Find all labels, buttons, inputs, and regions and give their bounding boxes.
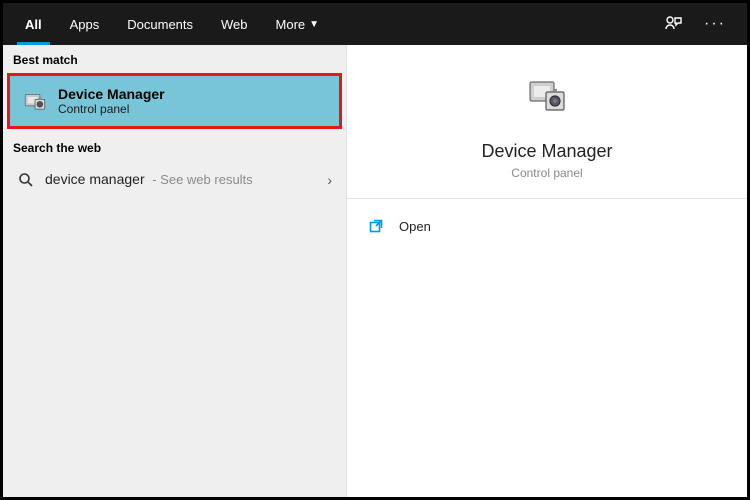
preview-actions: Open	[347, 199, 747, 253]
preview-subtitle: Control panel	[511, 166, 582, 180]
main-content: Best match Device Manager Control panel …	[3, 45, 747, 497]
search-web-label: Search the web	[3, 133, 346, 161]
topbar-right: ···	[661, 3, 739, 45]
preview-header: Device Manager Control panel	[347, 45, 747, 199]
tab-apps[interactable]: Apps	[56, 3, 114, 45]
tab-all[interactable]: All	[11, 3, 56, 45]
tab-more[interactable]: More ▼	[262, 3, 334, 45]
chevron-down-icon: ▼	[309, 19, 319, 30]
tab-documents[interactable]: Documents	[113, 3, 207, 45]
more-options-icon[interactable]: ···	[703, 12, 727, 36]
best-match-subtitle: Control panel	[58, 102, 165, 116]
tab-web[interactable]: Web	[207, 3, 262, 45]
best-match-label: Best match	[3, 45, 346, 73]
device-manager-icon	[22, 88, 48, 114]
tab-more-label: More	[276, 17, 306, 32]
preview-title: Device Manager	[481, 141, 612, 162]
open-icon	[367, 217, 385, 235]
results-panel: Best match Device Manager Control panel …	[3, 45, 347, 497]
device-manager-large-icon	[525, 73, 569, 117]
chevron-right-icon: ›	[327, 172, 332, 188]
open-action-label: Open	[399, 219, 431, 234]
search-icon	[17, 171, 35, 189]
web-result-row[interactable]: device manager - See web results ›	[3, 161, 346, 199]
open-action[interactable]: Open	[347, 205, 747, 247]
search-tabs-bar: All Apps Documents Web More ▼ ···	[3, 3, 747, 45]
feedback-icon[interactable]	[661, 12, 685, 36]
best-match-title: Device Manager	[58, 86, 165, 102]
best-match-text: Device Manager Control panel	[58, 86, 165, 116]
best-match-result[interactable]: Device Manager Control panel	[7, 73, 342, 129]
web-result-suffix: - See web results	[149, 172, 253, 187]
web-result-query: device manager	[45, 171, 145, 187]
web-result-text: device manager - See web results	[45, 171, 253, 189]
preview-panel: Device Manager Control panel Open	[347, 45, 747, 497]
